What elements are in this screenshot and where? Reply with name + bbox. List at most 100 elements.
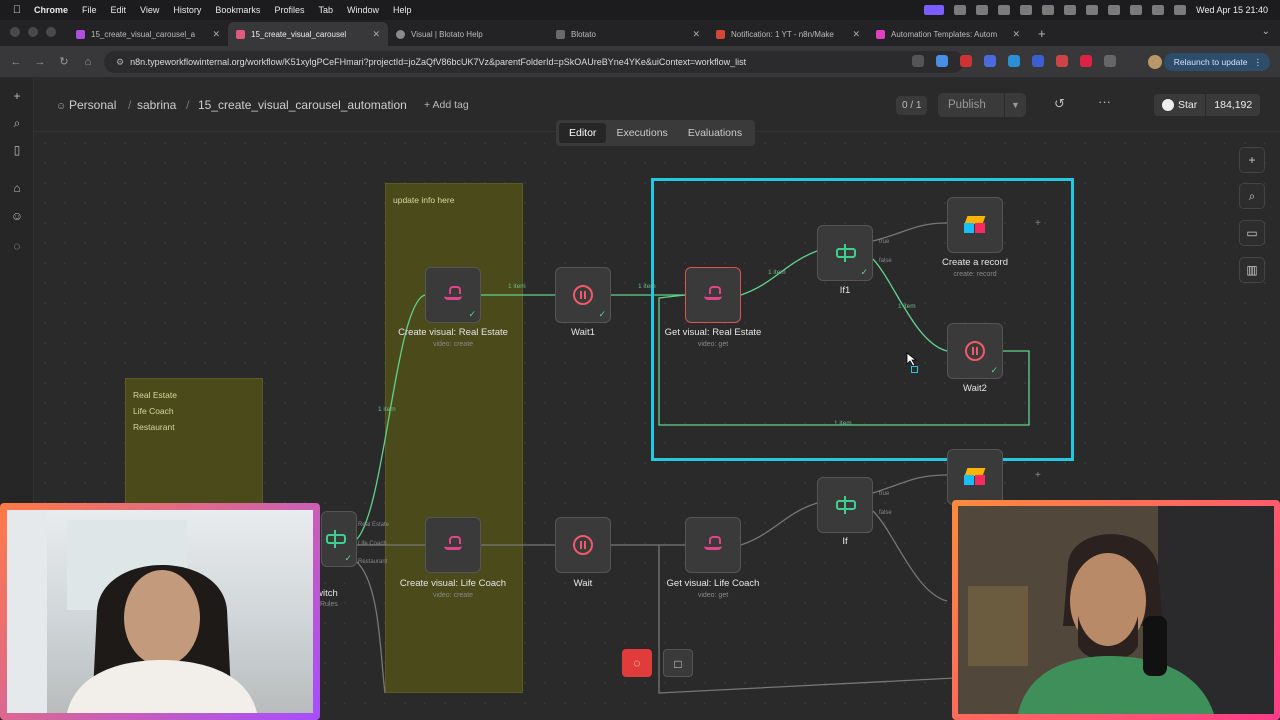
address-bar[interactable]: ⚙ n8n.typeworkflowinternal.org/workflow/… [104, 51, 964, 73]
connection-line[interactable] [872, 510, 948, 602]
status-icon[interactable] [1020, 5, 1033, 15]
menu-tab[interactable]: Tab [318, 5, 341, 15]
menu-bookmarks[interactable]: Bookmarks [215, 5, 268, 15]
node-if1[interactable]: ✓ [817, 225, 873, 281]
chevron-down-icon[interactable]: ▼ [1004, 93, 1026, 117]
home-icon[interactable]: ⌂ [76, 56, 100, 68]
browser-tab[interactable]: Visual | Blotato Help [388, 22, 548, 46]
tab-evaluations[interactable]: Evaluations [678, 123, 752, 143]
spotlight-icon[interactable] [1152, 5, 1165, 15]
reload-icon[interactable]: ↻ [52, 55, 76, 68]
breadcrumb-folder[interactable]: sabrina [137, 98, 176, 112]
publish-button[interactable]: Publish ▼ [938, 93, 1026, 117]
zoom-icon[interactable] [912, 55, 924, 67]
tab-close-icon[interactable]: ✕ [692, 29, 700, 40]
relaunch-button[interactable]: Relaunch to update ⋮ [1163, 53, 1270, 71]
node-get-visual-real-estate[interactable] [685, 267, 741, 323]
node-get-visual-life-coach[interactable] [685, 517, 741, 573]
node-create-record-2[interactable] [947, 449, 1003, 505]
history-icon[interactable]: ↺ [1054, 96, 1065, 112]
add-node-plus-icon[interactable]: + [1035, 218, 1041, 229]
extension-icon[interactable] [960, 55, 972, 67]
home-icon[interactable]: ⌂ [9, 180, 25, 196]
status-icon[interactable] [1064, 5, 1077, 15]
tab-executions[interactable]: Executions [606, 123, 677, 143]
extension-icon[interactable] [1032, 55, 1044, 67]
github-star-button[interactable]: Star 184,192 [1154, 94, 1261, 116]
menu-profiles[interactable]: Profiles [274, 5, 312, 15]
tab-close-icon[interactable]: ✕ [1012, 29, 1020, 40]
minimize-window-icon[interactable] [28, 27, 38, 37]
kebab-menu-icon[interactable]: ⋮ [1254, 57, 1263, 68]
drag-handle[interactable] [911, 366, 918, 373]
search-nodes-button[interactable]: ⌕ [1239, 183, 1265, 209]
blotato-icon [704, 536, 722, 550]
node-wait[interactable] [555, 517, 611, 573]
sidebar-toggle-icon[interactable]: ▯ [9, 142, 25, 158]
node-create-a-record[interactable] [947, 197, 1003, 253]
chat-icon[interactable]: ◌ [9, 238, 25, 254]
add-node-plus-icon[interactable]: + [1035, 470, 1041, 481]
browser-tab[interactable]: Automation Templates: Autom ✕ [868, 22, 1028, 46]
add-node-button[interactable]: + [1239, 147, 1265, 173]
bookmark-star-icon[interactable] [936, 55, 948, 67]
zoom-window-icon[interactable] [46, 27, 56, 37]
tab-close-icon[interactable]: ✕ [852, 29, 860, 40]
close-window-icon[interactable] [10, 27, 20, 37]
menu-view[interactable]: View [140, 5, 167, 15]
extension-icon[interactable] [1080, 55, 1092, 67]
site-info-icon[interactable]: ⚙ [116, 57, 124, 68]
menu-app[interactable]: Chrome [34, 5, 76, 15]
menu-help[interactable]: Help [393, 5, 420, 15]
add-tag-button[interactable]: + Add tag [424, 99, 469, 111]
side-panel-button[interactable]: ▥ [1239, 257, 1265, 283]
dropbox-icon[interactable] [1086, 5, 1099, 15]
workflow-name[interactable]: 15_create_visual_carousel_automation [198, 98, 407, 112]
browser-tab[interactable]: 15_create_visual_carousel_a ✕ [68, 22, 228, 46]
tab-editor[interactable]: Editor [559, 123, 607, 143]
browser-tab[interactable]: Notification: 1 YT - n8n/Make ✕ [708, 22, 868, 46]
node-if[interactable] [817, 477, 873, 533]
menu-file[interactable]: File [82, 5, 105, 15]
breadcrumb-project[interactable]: ☺ Personal [56, 98, 116, 112]
extension-icon[interactable] [1056, 55, 1068, 67]
more-options-icon[interactable]: ··· [1098, 94, 1111, 109]
clock[interactable]: Wed Apr 15 21:40 [1196, 5, 1268, 15]
tab-search-chevron-icon[interactable]: ⌄ [1262, 26, 1270, 37]
sticky-note-button[interactable]: ▭ [1239, 220, 1265, 246]
wifi-icon[interactable] [1130, 5, 1143, 15]
add-icon[interactable]: + [9, 88, 25, 104]
status-icon[interactable] [954, 5, 967, 15]
browser-tab[interactable]: Blotato ✕ [548, 22, 708, 46]
battery-icon[interactable] [1108, 5, 1121, 15]
person-icon[interactable]: ☺ [9, 208, 25, 224]
menu-history[interactable]: History [173, 5, 209, 15]
screen-record-icon[interactable] [924, 5, 945, 15]
connection-line[interactable] [355, 560, 386, 694]
new-tab-icon[interactable]: + [1028, 26, 1056, 46]
node-create-visual-life-coach[interactable] [425, 517, 481, 573]
node-switch[interactable]: ✓ [321, 511, 357, 567]
forward-icon[interactable]: → [28, 56, 52, 68]
stop-execution-button[interactable]: ◌ [622, 649, 652, 677]
node-wait2[interactable]: ✓ [947, 323, 1003, 379]
browser-tab-active[interactable]: 15_create_visual_carousel ✕ [228, 22, 388, 46]
extension-icon[interactable] [984, 55, 996, 67]
control-center-icon[interactable] [1174, 5, 1187, 15]
stop-square-button[interactable]: □ [663, 649, 693, 677]
extension-icon[interactable] [1008, 55, 1020, 67]
extensions-puzzle-icon[interactable] [1104, 55, 1116, 67]
status-icon[interactable] [1042, 5, 1055, 15]
back-icon[interactable]: ← [4, 56, 28, 68]
status-icon[interactable] [998, 5, 1011, 15]
apple-icon[interactable]:  [0, 4, 34, 16]
tab-close-icon[interactable]: ✕ [372, 29, 380, 40]
profile-avatar[interactable] [1148, 55, 1162, 69]
menu-window[interactable]: Window [347, 5, 387, 15]
menu-edit[interactable]: Edit [111, 5, 135, 15]
tab-close-icon[interactable]: ✕ [212, 29, 220, 40]
search-icon[interactable]: ⌕ [9, 115, 25, 131]
node-create-visual-real-estate[interactable]: ✓ [425, 267, 481, 323]
node-wait1[interactable]: ✓ [555, 267, 611, 323]
status-icon[interactable] [976, 5, 989, 15]
